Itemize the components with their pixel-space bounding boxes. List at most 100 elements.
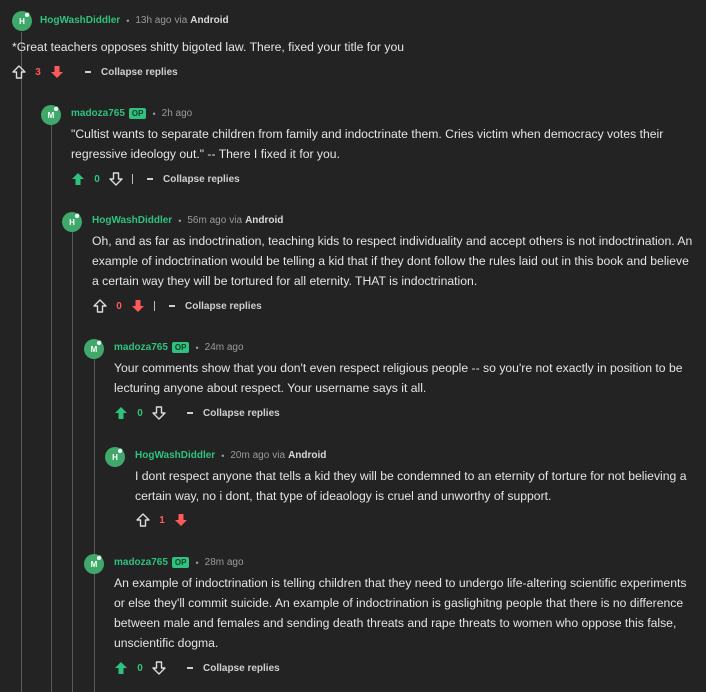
comment-header: HogWashDiddler • 20m ago via Android	[135, 450, 326, 461]
arrow-down-icon	[132, 300, 144, 312]
arrow-up-icon	[93, 299, 107, 313]
upvote-button[interactable]	[135, 512, 151, 528]
vote-score: 0	[137, 662, 143, 674]
comment-actions: 0 Collapse replies	[92, 298, 262, 314]
downvote-button[interactable]	[151, 660, 167, 676]
vote-score: 0	[137, 407, 143, 419]
upvote-button[interactable]	[113, 660, 129, 676]
avatar[interactable]: M	[84, 554, 104, 574]
minus-icon	[147, 178, 153, 180]
downvote-button[interactable]	[151, 405, 167, 421]
avatar[interactable]: H	[62, 212, 82, 232]
collapse-replies-label: Collapse replies	[185, 300, 262, 312]
vote-score: 3	[35, 66, 41, 78]
comment-body: *Great teachers opposes shitty bigoted l…	[12, 40, 405, 54]
thread-line[interactable]	[94, 574, 95, 692]
collapse-replies-button[interactable]: Collapse replies	[85, 67, 178, 78]
op-badge: OP	[128, 108, 147, 119]
comment-body: An example of indoctrination is telling …	[114, 576, 687, 650]
collapse-replies-label: Collapse replies	[203, 407, 280, 419]
divider	[154, 301, 155, 311]
author-link[interactable]: madoza765	[71, 108, 125, 119]
minus-icon	[85, 71, 91, 73]
author-link[interactable]: madoza765	[114, 557, 168, 568]
arrow-up-icon	[12, 65, 26, 79]
arrow-up-icon	[136, 513, 150, 527]
platform-label: Android	[245, 215, 284, 226]
thread-line[interactable]	[21, 32, 22, 692]
arrow-down-icon	[152, 661, 166, 675]
timestamp[interactable]: 28m ago	[205, 557, 244, 568]
collapse-replies-label: Collapse replies	[163, 173, 240, 185]
comment-actions: 1	[135, 512, 189, 528]
minus-icon	[169, 305, 175, 307]
vote-score: 0	[116, 300, 122, 312]
comment-actions: 3 Collapse replies	[11, 64, 178, 80]
separator-dot: •	[152, 108, 156, 119]
timestamp[interactable]: 13h ago	[135, 15, 171, 26]
comment-actions: 0 Collapse replies	[113, 660, 280, 676]
author-link[interactable]: HogWashDiddler	[40, 15, 120, 26]
collapse-replies-button[interactable]: Collapse replies	[187, 663, 280, 674]
arrow-down-icon	[51, 66, 63, 78]
minus-icon	[187, 667, 193, 669]
platform-label: Android	[190, 15, 229, 26]
avatar[interactable]: M	[41, 105, 61, 125]
collapse-replies-label: Collapse replies	[203, 662, 280, 674]
thread-line[interactable]	[72, 232, 73, 692]
comment-header: madoza765 OP • 2h ago	[71, 108, 192, 119]
comment-header: madoza765 OP • 28m ago	[114, 557, 244, 568]
author-link[interactable]: madoza765	[114, 342, 168, 353]
comment-header: HogWashDiddler • 13h ago via Android	[40, 15, 229, 26]
timestamp[interactable]: 2h ago	[162, 108, 193, 119]
collapse-replies-label: Collapse replies	[101, 66, 178, 78]
author-link[interactable]: HogWashDiddler	[92, 215, 172, 226]
arrow-down-icon	[152, 406, 166, 420]
arrow-up-icon	[115, 662, 127, 674]
thread-line[interactable]	[51, 125, 52, 692]
downvote-button[interactable]	[173, 512, 189, 528]
via-label: via	[174, 15, 188, 26]
timestamp[interactable]: 56m ago	[187, 215, 226, 226]
avatar[interactable]: H	[105, 447, 125, 467]
author-link[interactable]: HogWashDiddler	[135, 450, 215, 461]
arrow-up-icon	[115, 407, 127, 419]
separator-dot: •	[126, 15, 130, 26]
separator-dot: •	[178, 215, 182, 226]
op-badge: OP	[171, 557, 190, 568]
collapse-replies-button[interactable]: Collapse replies	[187, 408, 280, 419]
upvote-button[interactable]	[11, 64, 27, 80]
comment-body: Oh, and as far as indoctrination, teachi…	[92, 234, 693, 288]
via-label: via	[272, 450, 286, 461]
minus-icon	[187, 412, 193, 414]
timestamp[interactable]: 24m ago	[205, 342, 244, 353]
comment-body: I dont respect anyone that tells a kid t…	[135, 469, 687, 503]
separator-dot: •	[221, 450, 225, 461]
comment-header: HogWashDiddler • 56m ago via Android	[92, 215, 283, 226]
upvote-button[interactable]	[70, 171, 86, 187]
downvote-button[interactable]	[49, 64, 65, 80]
timestamp[interactable]: 20m ago	[230, 450, 269, 461]
downvote-button[interactable]	[108, 171, 124, 187]
op-badge: OP	[171, 342, 190, 353]
vote-score: 1	[159, 514, 165, 526]
upvote-button[interactable]	[92, 298, 108, 314]
arrow-up-icon	[72, 173, 84, 185]
avatar[interactable]: M	[84, 339, 104, 359]
separator-dot: •	[195, 342, 199, 353]
comment-body: Your comments show that you don't even r…	[114, 361, 683, 395]
separator-dot: •	[195, 557, 199, 568]
collapse-replies-button[interactable]: Collapse replies	[147, 174, 240, 185]
via-label: via	[229, 215, 243, 226]
avatar[interactable]: H	[12, 11, 32, 31]
downvote-button[interactable]	[130, 298, 146, 314]
divider	[132, 174, 133, 184]
collapse-replies-button[interactable]: Collapse replies	[169, 301, 262, 312]
comment-actions: 0 Collapse replies	[113, 405, 280, 421]
comment-header: madoza765 OP • 24m ago	[114, 342, 244, 353]
arrow-down-icon	[109, 172, 123, 186]
upvote-button[interactable]	[113, 405, 129, 421]
arrow-down-icon	[175, 514, 187, 526]
comment-body: "Cultist wants to separate children from…	[71, 127, 664, 161]
comment-actions: 0 Collapse replies	[70, 171, 240, 187]
